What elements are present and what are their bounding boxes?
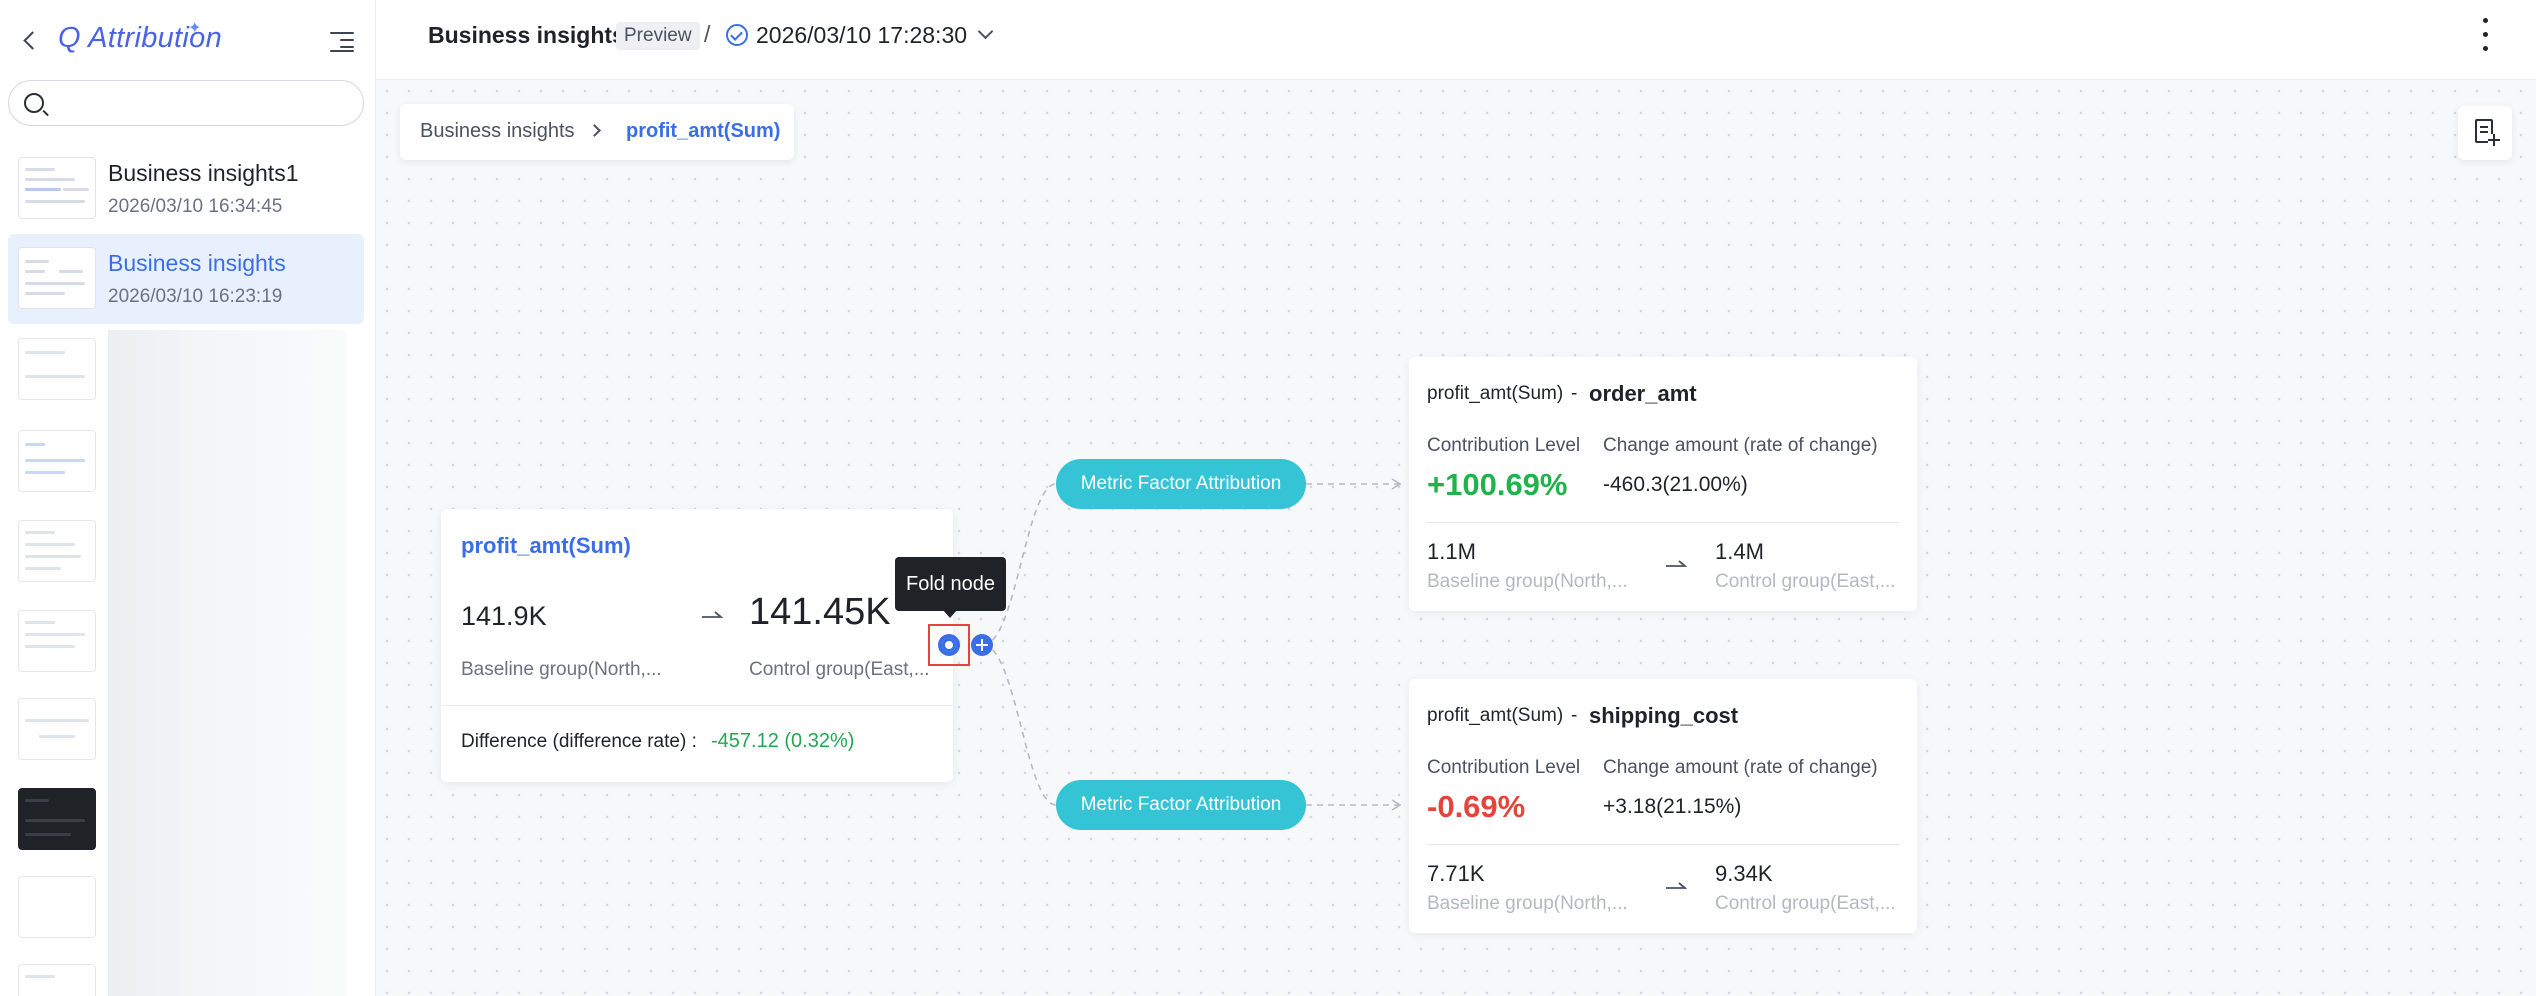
chevron-right-icon xyxy=(588,124,601,137)
sidebar-header: Q Attribution ✦ xyxy=(0,0,376,80)
history-thumbnail[interactable] xyxy=(18,520,96,582)
difference-label: Difference (difference rate) : xyxy=(461,731,697,752)
main-node-baseline-value: 141.9K xyxy=(461,601,547,631)
history-thumbnail[interactable] xyxy=(18,876,96,938)
main-node-title: profit_amt(Sum) xyxy=(461,533,631,558)
history-thumbnail[interactable] xyxy=(18,338,96,400)
factor-card[interactable]: profit_amt(Sum) - order_amt Contribution… xyxy=(1409,357,1917,611)
add-node-icon[interactable] xyxy=(971,634,993,656)
arrow-right-icon xyxy=(702,611,723,618)
version-time[interactable]: 2026/03/10 17:28:30 xyxy=(756,22,967,49)
history-thumbnail[interactable] xyxy=(18,430,96,492)
factor-baseline-value: 7.71K xyxy=(1427,861,1485,886)
metric-factor-attribution-button[interactable]: Metric Factor Attribution xyxy=(1056,459,1306,509)
back-arrow-icon[interactable] xyxy=(18,26,42,54)
brand-sparkle-icon: ✦ xyxy=(188,20,202,37)
metric-factor-attribution-button[interactable]: Metric Factor Attribution xyxy=(1056,780,1306,830)
top-bar: Business insights Preview / 2026/03/10 1… xyxy=(376,0,2536,80)
change-value: -460.3(21.00%) xyxy=(1603,473,1748,496)
factor-control-value: 9.34K xyxy=(1715,861,1773,886)
factor-control-value: 1.4M xyxy=(1715,539,1764,564)
change-value: +3.18(21.15%) xyxy=(1603,795,1742,818)
divider xyxy=(1427,522,1899,523)
arrow-right-icon xyxy=(1666,882,1687,889)
main-node-control-value: 141.45K xyxy=(749,591,891,633)
factor-card-metric: profit_amt(Sum) xyxy=(1427,705,1564,726)
factor-card-dash: - xyxy=(1571,383,1578,404)
history-thumbnail[interactable] xyxy=(18,698,96,760)
blurred-history-list xyxy=(108,330,346,996)
difference-value: -457.12 (0.32%) xyxy=(711,730,855,752)
breadcrumb: Business insights profit_amt(Sum) xyxy=(400,104,794,160)
fold-node-icon[interactable] xyxy=(938,634,960,656)
page-title: Business insights xyxy=(428,22,625,48)
history-thumbnail xyxy=(18,247,96,309)
factor-baseline-label: Baseline group(North,... xyxy=(1427,571,1628,592)
main-node-control-label: Control group(East,... xyxy=(749,659,930,680)
main-metric-node[interactable]: profit_amt(Sum) 141.9K 141.45K Baseline … xyxy=(441,509,953,782)
history-thumbnail[interactable] xyxy=(18,788,96,850)
history-item-time: 2026/03/10 16:23:19 xyxy=(108,286,283,307)
breadcrumb-current: profit_amt(Sum) xyxy=(626,120,781,142)
factor-baseline-label: Baseline group(North,... xyxy=(1427,893,1628,914)
search-box xyxy=(8,80,364,126)
history-thumbnail[interactable] xyxy=(18,964,96,996)
history-item[interactable]: Business insights1 2026/03/10 16:34:45 xyxy=(8,144,364,234)
divider xyxy=(1427,844,1899,845)
search-icon xyxy=(24,93,44,113)
contribution-label: Contribution Level xyxy=(1427,757,1581,778)
preview-badge: Preview xyxy=(616,22,700,50)
contribution-label: Contribution Level xyxy=(1427,435,1581,456)
arrow-right-icon xyxy=(1666,560,1687,567)
sidebar: Q Attribution ✦ Business insights1 2026/… xyxy=(0,0,376,996)
contribution-value: -0.69% xyxy=(1427,789,1526,824)
title-separator: / xyxy=(704,21,711,47)
more-vertical-icon[interactable] xyxy=(2480,18,2492,52)
change-label: Change amount (rate of change) xyxy=(1603,757,1878,778)
collapse-menu-icon[interactable] xyxy=(330,30,354,53)
history-thumbnail[interactable] xyxy=(18,610,96,672)
factor-card-factor: order_amt xyxy=(1589,381,1697,406)
breadcrumb-root[interactable]: Business insights xyxy=(420,120,575,143)
history-item-active[interactable]: Business insights 2026/03/10 16:23:19 xyxy=(8,234,364,324)
fold-node-tooltip: Fold node xyxy=(895,557,1006,618)
history-thumbnail xyxy=(18,157,96,219)
main-node-baseline-label: Baseline group(North,... xyxy=(461,659,662,680)
export-document-icon[interactable] xyxy=(2458,106,2512,160)
history-item-title: Business insights xyxy=(108,250,286,276)
factor-control-label: Control group(East,... xyxy=(1715,893,1896,914)
history-item-time: 2026/03/10 16:34:45 xyxy=(108,196,283,217)
search-input[interactable] xyxy=(55,89,351,117)
divider xyxy=(441,705,953,706)
change-label: Change amount (rate of change) xyxy=(1603,435,1878,456)
factor-control-label: Control group(East,... xyxy=(1715,571,1896,592)
contribution-value: +100.69% xyxy=(1427,467,1568,502)
factor-card[interactable]: profit_amt(Sum) - shipping_cost Contribu… xyxy=(1409,679,1917,933)
factor-card-metric: profit_amt(Sum) xyxy=(1427,383,1564,404)
factor-baseline-value: 1.1M xyxy=(1427,539,1476,564)
chevron-down-icon[interactable] xyxy=(977,23,994,40)
check-circle-icon xyxy=(726,24,748,46)
factor-card-factor: shipping_cost xyxy=(1589,703,1739,728)
factor-card-dash: - xyxy=(1571,705,1578,726)
history-item-title: Business insights1 xyxy=(108,160,299,186)
